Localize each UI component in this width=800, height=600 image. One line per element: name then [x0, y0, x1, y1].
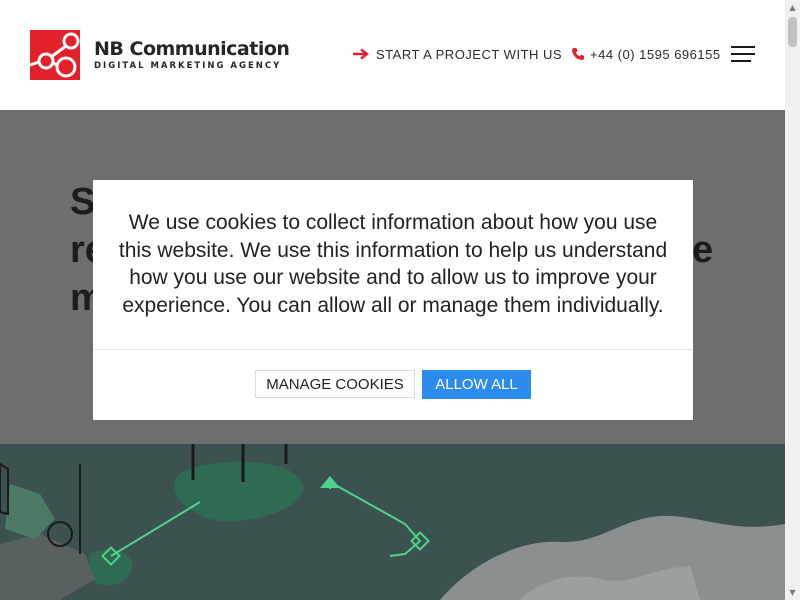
allow-all-button[interactable]: ALLOW ALL [422, 370, 531, 399]
start-project-label: START A PROJECT WITH US [376, 46, 563, 62]
brand-logo-icon[interactable] [29, 30, 80, 80]
start-project-link[interactable]: START A PROJECT WITH US [352, 44, 562, 64]
phone-icon [572, 48, 584, 60]
arrow-right-icon [353, 48, 369, 60]
scrollbar-thumb[interactable] [788, 17, 797, 47]
cookie-consent-dialog: We use cookies to collect information ab… [93, 180, 693, 420]
brand-name: NB Communication [94, 38, 290, 60]
dialog-divider [93, 349, 693, 350]
scroll-up-icon[interactable]: ▲ [785, 0, 800, 15]
cookie-consent-message: We use cookies to collect information ab… [118, 211, 668, 317]
site-header: NB Communication DIGITAL MARKETING AGENC… [0, 0, 785, 110]
hamburger-menu-icon[interactable] [731, 46, 755, 64]
phone-link[interactable]: +44 (0) 1595 696155 [571, 44, 721, 64]
brand-tagline: DIGITAL MARKETING AGENCY [94, 61, 282, 71]
brand-wordmark[interactable]: NB Communication DIGITAL MARKETING AGENC… [94, 38, 290, 72]
scroll-down-icon[interactable]: ▼ [785, 585, 800, 600]
phone-number: +44 (0) 1595 696155 [590, 46, 721, 62]
manage-cookies-button[interactable]: MANAGE COOKIES [255, 370, 415, 398]
page-scrollbar[interactable]: ▲ ▼ [785, 0, 800, 600]
